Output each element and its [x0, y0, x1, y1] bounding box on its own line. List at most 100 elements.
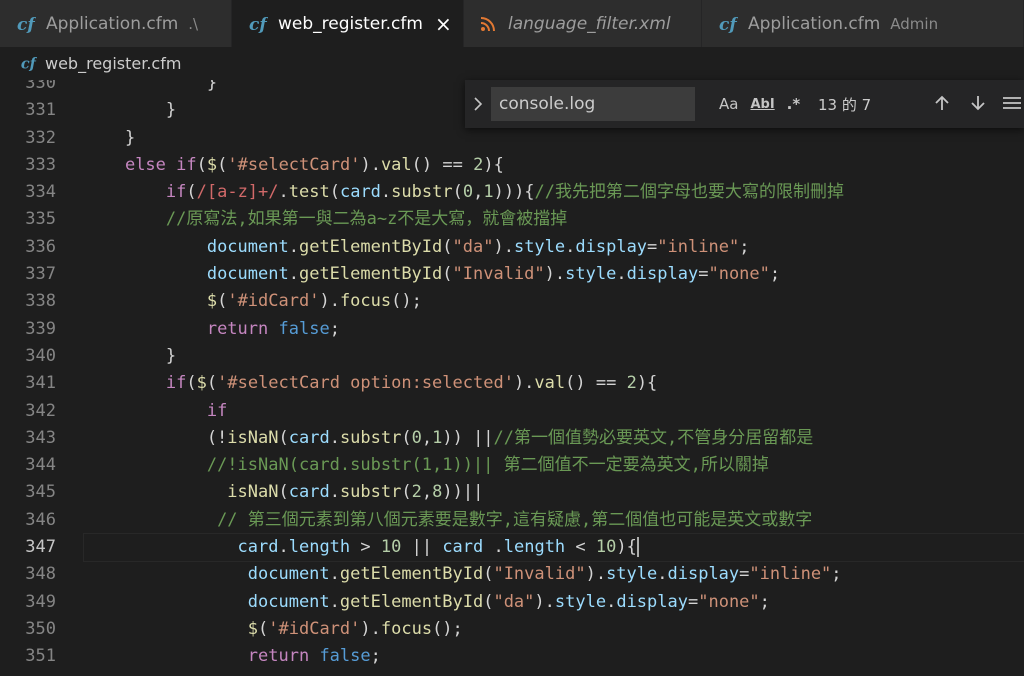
- code-token: card: [237, 537, 279, 558]
- rss-icon: [480, 16, 495, 31]
- code-token: ,: [421, 482, 433, 503]
- code-line[interactable]: $('#idCard').focus();: [84, 616, 1024, 643]
- code-line[interactable]: $('#idCard').focus();: [84, 288, 1024, 315]
- code-line[interactable]: return false;: [84, 316, 1024, 343]
- code-token: '#idCard': [227, 291, 320, 312]
- code-line[interactable]: document.getElementById("da").style.disp…: [84, 234, 1024, 261]
- code-token: )) ||: [442, 427, 494, 448]
- code-line[interactable]: //!isNaN(card.substr(1,1))|| 第二個值不一定要為英文…: [84, 452, 1024, 479]
- tab-label: web_register.cfm: [278, 13, 423, 34]
- code-token: false: [278, 318, 330, 339]
- code-token: 0: [411, 427, 422, 448]
- code-line[interactable]: return false;: [84, 643, 1024, 670]
- line-number: 331: [25, 100, 56, 121]
- match-case-button[interactable]: Aa: [719, 95, 738, 113]
- code-line[interactable]: }: [84, 125, 1024, 152]
- code-line[interactable]: card.length > 10 || card .length < 10){: [83, 533, 1024, 563]
- breadcrumb-file[interactable]: web_register.cfm: [45, 54, 181, 73]
- code-token: .: [278, 182, 289, 203]
- code-line[interactable]: isNaN(card.substr(2,8))||: [84, 479, 1024, 506]
- find-in-selection-button[interactable]: [1001, 92, 1023, 114]
- svg-text:cf: cf: [21, 56, 37, 72]
- tab-description: Admin: [890, 14, 939, 33]
- code-token: style: [565, 264, 617, 285]
- code-token: ;: [370, 646, 381, 667]
- tab-application-cfm-admin[interactable]: cf Application.cfm Admin: [702, 0, 1024, 47]
- code-line[interactable]: else if($('#selectCard').val() == 2){: [84, 152, 1024, 179]
- whole-word-button[interactable]: AbI: [750, 97, 774, 112]
- previous-match-button[interactable]: [931, 92, 953, 114]
- find-input[interactable]: console.log: [491, 87, 695, 121]
- toggle-replace-button[interactable]: [465, 96, 491, 112]
- line-number: 333: [25, 154, 56, 175]
- code-line[interactable]: // 第三個元素到第八個元素要是數字,這有疑慮,第二個值也可能是英文或數字: [84, 507, 1024, 534]
- code-token: 1: [432, 427, 443, 448]
- code-token: 0: [462, 182, 474, 203]
- code-token: if: [165, 373, 187, 394]
- code-line[interactable]: if($('#selectCard option:selected').val(…: [84, 370, 1024, 397]
- tab-application-cfm-root[interactable]: cf Application.cfm .\: [0, 0, 232, 47]
- close-icon[interactable]: ×: [435, 14, 452, 34]
- code-token: ;: [329, 318, 340, 339]
- code-token: display: [575, 236, 648, 257]
- code-token: "none": [698, 591, 760, 612]
- line-number: 341: [25, 373, 56, 394]
- code-token: val: [380, 154, 412, 175]
- line-number: 344: [25, 455, 56, 476]
- code-token: getElementById: [298, 264, 443, 285]
- code-token: (: [217, 291, 228, 312]
- tab-language-filter-xml[interactable]: language_filter.xml: [464, 0, 702, 47]
- code-token: card: [442, 537, 484, 558]
- code-token: (: [329, 182, 340, 203]
- code-token: "da": [493, 591, 535, 612]
- code-line[interactable]: }: [84, 343, 1024, 370]
- code-token: isNaN: [227, 482, 279, 503]
- coldfusion-icon: cf: [719, 15, 738, 34]
- code-token: (: [401, 482, 412, 503]
- code-token: getElementById: [339, 564, 484, 585]
- code-token: ){: [636, 373, 658, 394]
- code-line[interactable]: document.getElementById("Invalid").style…: [84, 261, 1024, 288]
- arrow-down-icon: [971, 96, 985, 111]
- code-token: .: [288, 264, 299, 285]
- code-token: .: [329, 482, 340, 503]
- code-token: ();: [391, 291, 422, 312]
- tab-web-register-cfm[interactable]: cf web_register.cfm ×: [232, 0, 464, 47]
- code-line[interactable]: document.getElementById("da").style.disp…: [84, 589, 1024, 616]
- code-area[interactable]: } } } else if($('#selectCard').val() == …: [83, 80, 1024, 671]
- tab-bar: cf Application.cfm .\ cf web_register.cf…: [0, 0, 1024, 47]
- svg-text:cf: cf: [249, 15, 268, 34]
- code-token: .: [329, 427, 340, 448]
- code-token: //我先把第二個字母也要大寫的限制刪掉: [534, 182, 845, 203]
- code-editor[interactable]: 330 331 332 333 334 335 336 337 338 339 340 341 342 3…: [0, 80, 1024, 676]
- code-token: ;: [739, 236, 750, 257]
- line-number: 339: [25, 318, 56, 339]
- code-token: 2: [626, 373, 637, 394]
- code-line[interactable]: if(/[a-z]+/.test(card.substr(0,1))){//我先…: [84, 179, 1024, 206]
- code-token: //原寫法,如果第一與二為a~z不是大寫，就會被擋掉: [165, 209, 568, 230]
- code-line[interactable]: //原寫法,如果第一與二為a~z不是大寫，就會被擋掉: [84, 206, 1024, 233]
- code-token: =: [739, 564, 750, 585]
- code-token: substr: [339, 427, 402, 448]
- code-line[interactable]: if: [84, 398, 1024, 425]
- code-token: ){: [616, 537, 637, 558]
- code-token: (: [217, 154, 228, 175]
- code-token: $: [206, 291, 218, 312]
- code-line[interactable]: (!isNaN(card.substr(0,1)) ||//第一個值勢必要英文,…: [84, 425, 1024, 452]
- code-token: 8: [432, 482, 443, 503]
- regex-button[interactable]: .*: [787, 95, 801, 113]
- code-token: ).: [585, 564, 607, 585]
- code-line[interactable]: document.getElementById("Invalid").style…: [84, 561, 1024, 588]
- code-token: ;: [769, 264, 781, 285]
- next-match-button[interactable]: [967, 92, 989, 114]
- code-token: () ==: [411, 154, 474, 175]
- code-token: (: [258, 618, 269, 639]
- breadcrumb[interactable]: cf web_register.cfm: [0, 47, 1024, 80]
- code-token: "inline": [749, 564, 832, 585]
